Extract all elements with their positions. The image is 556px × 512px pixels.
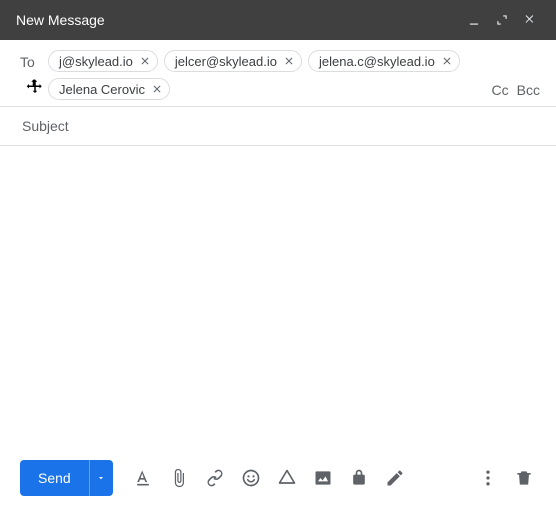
fullscreen-button[interactable] — [488, 6, 516, 34]
text-format-icon — [133, 468, 153, 488]
trash-icon — [514, 468, 534, 488]
recipient-chip[interactable]: j@skylead.io — [48, 50, 158, 72]
to-label: To — [20, 50, 48, 70]
minimize-button[interactable] — [460, 6, 488, 34]
send-button[interactable]: Send — [20, 460, 89, 496]
send-group: Send — [20, 460, 113, 496]
cc-bcc-toggle: Cc Bcc — [492, 56, 540, 100]
titlebar: New Message — [0, 0, 556, 40]
formatting-button[interactable] — [127, 462, 159, 494]
attach-button[interactable] — [163, 462, 195, 494]
cc-button[interactable]: Cc — [492, 82, 509, 98]
recipient-chip[interactable]: Jelena Cerovic — [48, 78, 170, 100]
close-icon — [441, 55, 453, 67]
recipient-chip-label: Jelena Cerovic — [59, 82, 145, 97]
chip-remove-button[interactable] — [439, 53, 455, 69]
recipient-chip-label: j@skylead.io — [59, 54, 133, 69]
recipients-row: To j@skylead.io jelcer@skylead.io jelena… — [0, 40, 556, 107]
link-icon — [205, 468, 225, 488]
subject-row — [0, 107, 556, 146]
discard-draft-button[interactable] — [508, 462, 540, 494]
close-icon — [283, 55, 295, 67]
recipient-chip[interactable]: jelcer@skylead.io — [164, 50, 302, 72]
recipient-chip-label: jelena.c@skylead.io — [319, 54, 435, 69]
image-icon — [313, 468, 333, 488]
chip-remove-button[interactable] — [149, 81, 165, 97]
minimize-icon — [467, 13, 481, 27]
bcc-button[interactable]: Bcc — [517, 82, 540, 98]
chevron-down-icon — [96, 473, 106, 483]
compose-window: New Message To j@skylead.io jelcer@skyle… — [0, 0, 556, 512]
emoji-icon — [241, 468, 261, 488]
insert-emoji-button[interactable] — [235, 462, 267, 494]
pen-icon — [385, 468, 405, 488]
insert-drive-button[interactable] — [271, 462, 303, 494]
window-title: New Message — [16, 12, 460, 28]
recipient-chip-label: jelcer@skylead.io — [175, 54, 277, 69]
message-body[interactable] — [0, 146, 556, 448]
attachment-icon — [169, 468, 189, 488]
lock-clock-icon — [349, 468, 369, 488]
close-icon — [139, 55, 151, 67]
send-options-button[interactable] — [89, 460, 113, 496]
more-options-button[interactable] — [472, 462, 504, 494]
more-vertical-icon — [478, 468, 498, 488]
recipient-chips[interactable]: j@skylead.io jelcer@skylead.io jelena.c@… — [48, 50, 492, 100]
chip-remove-button[interactable] — [137, 53, 153, 69]
insert-link-button[interactable] — [199, 462, 231, 494]
expand-icon — [495, 13, 509, 27]
insert-photo-button[interactable] — [307, 462, 339, 494]
drive-icon — [277, 468, 297, 488]
close-icon — [151, 83, 163, 95]
chip-remove-button[interactable] — [281, 53, 297, 69]
close-icon — [523, 13, 537, 27]
confidential-mode-button[interactable] — [343, 462, 375, 494]
compose-toolbar: Send — [0, 448, 556, 512]
recipient-chip[interactable]: jelena.c@skylead.io — [308, 50, 460, 72]
close-button[interactable] — [516, 6, 544, 34]
insert-signature-button[interactable] — [379, 462, 411, 494]
subject-input[interactable] — [20, 117, 540, 135]
